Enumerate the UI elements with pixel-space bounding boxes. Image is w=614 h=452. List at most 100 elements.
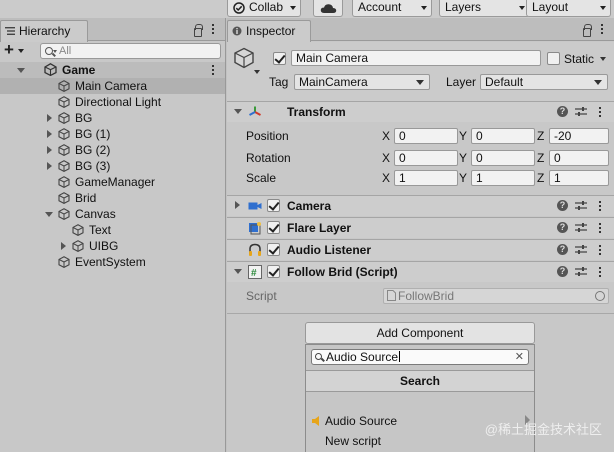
presets-icon[interactable] bbox=[575, 222, 587, 233]
clear-search-icon[interactable]: ✕ bbox=[515, 350, 524, 364]
object-name-input[interactable]: Main Camera bbox=[291, 50, 541, 66]
tree-item[interactable]: EventSystem bbox=[0, 254, 225, 270]
more-options-icon[interactable] bbox=[599, 201, 601, 213]
component-header[interactable]: Flare Layer? bbox=[227, 217, 614, 238]
presets-icon[interactable] bbox=[575, 106, 587, 117]
cloud-button[interactable] bbox=[313, 0, 343, 17]
scale-x-input[interactable]: 1 bbox=[394, 170, 458, 186]
collapse-arrow-icon[interactable] bbox=[47, 114, 52, 122]
presets-icon[interactable] bbox=[575, 266, 587, 277]
presets-icon[interactable] bbox=[575, 200, 587, 211]
x-axis-label[interactable]: X bbox=[382, 150, 390, 166]
position-y-input[interactable]: 0 bbox=[471, 128, 535, 144]
more-options-icon[interactable] bbox=[599, 245, 601, 257]
tree-item[interactable]: Main Camera bbox=[0, 78, 225, 94]
y-axis-label[interactable]: Y bbox=[459, 128, 467, 144]
fold-arrow-icon[interactable] bbox=[235, 201, 240, 209]
component-header[interactable]: Camera? bbox=[227, 195, 614, 216]
fold-arrow-icon[interactable] bbox=[234, 109, 242, 114]
tree-item-label: BG (1) bbox=[75, 127, 111, 141]
tree-item[interactable]: Brid bbox=[0, 190, 225, 206]
presets-icon[interactable] bbox=[575, 244, 587, 255]
chevron-down-icon bbox=[18, 49, 24, 53]
component-enabled-checkbox[interactable] bbox=[267, 243, 280, 256]
position-x-input[interactable]: 0 bbox=[394, 128, 458, 144]
inspector-panel: Inspector Main Camera Static Tag MainCam… bbox=[227, 18, 614, 452]
z-axis-label[interactable]: Z bbox=[537, 128, 544, 144]
tree-item[interactable]: Directional Light bbox=[0, 94, 225, 110]
main-toolbar: Collab Account Layers Layout bbox=[0, 0, 614, 18]
more-options-icon[interactable] bbox=[599, 223, 601, 235]
tab-inspector[interactable]: Inspector bbox=[227, 20, 311, 42]
more-options-icon[interactable] bbox=[212, 65, 215, 77]
fold-arrow-icon[interactable] bbox=[234, 269, 242, 274]
lock-icon[interactable] bbox=[583, 24, 592, 37]
tree-item[interactable]: BG bbox=[0, 110, 225, 126]
more-options-icon[interactable] bbox=[599, 267, 601, 279]
collapse-arrow-icon[interactable] bbox=[47, 162, 52, 170]
tree-item[interactable]: UIBG bbox=[0, 238, 225, 254]
help-icon[interactable]: ? bbox=[557, 244, 568, 255]
help-icon[interactable]: ? bbox=[557, 106, 568, 117]
collapse-arrow-icon[interactable] bbox=[61, 242, 66, 250]
search-icon bbox=[45, 47, 53, 55]
y-axis-label[interactable]: Y bbox=[459, 150, 467, 166]
x-axis-label[interactable]: X bbox=[382, 170, 390, 186]
chevron-down-icon[interactable] bbox=[254, 70, 260, 74]
chevron-down-icon bbox=[53, 50, 57, 53]
help-icon[interactable]: ? bbox=[557, 200, 568, 211]
help-icon[interactable]: ? bbox=[557, 222, 568, 233]
chevron-down-icon[interactable] bbox=[600, 57, 606, 61]
component-enabled-checkbox[interactable] bbox=[267, 265, 280, 278]
hierarchy-search-input[interactable]: All bbox=[40, 43, 221, 59]
tab-hierarchy[interactable]: Hierarchy bbox=[0, 20, 88, 42]
component-header[interactable]: # Follow Brid (Script)? bbox=[227, 261, 614, 282]
tree-item-label: Brid bbox=[75, 191, 97, 205]
more-options-icon[interactable] bbox=[212, 24, 215, 36]
component-search-value: Audio Source bbox=[326, 350, 399, 364]
rotation-y-input[interactable]: 0 bbox=[471, 150, 535, 166]
collapse-arrow-icon[interactable] bbox=[47, 130, 52, 138]
expand-arrow-icon[interactable] bbox=[45, 212, 53, 217]
help-icon[interactable]: ? bbox=[557, 266, 568, 277]
layers-dropdown[interactable]: Layers bbox=[439, 0, 530, 17]
tree-item[interactable]: Canvas bbox=[0, 206, 225, 222]
collapse-arrow-icon[interactable] bbox=[47, 146, 52, 154]
rotation-x-input[interactable]: 0 bbox=[394, 150, 458, 166]
tag-dropdown[interactable]: MainCamera bbox=[294, 74, 430, 90]
rotation-z-input[interactable]: 0 bbox=[549, 150, 609, 166]
component-search-input[interactable]: Audio Source ✕ bbox=[311, 349, 529, 365]
tree-item-label: Canvas bbox=[75, 207, 116, 221]
expand-arrow-icon[interactable] bbox=[17, 68, 25, 73]
lock-icon[interactable] bbox=[194, 24, 203, 37]
more-options-icon[interactable] bbox=[599, 107, 601, 119]
tree-item[interactable]: BG (1) bbox=[0, 126, 225, 142]
z-axis-label[interactable]: Z bbox=[537, 170, 544, 186]
position-z-input[interactable]: -20 bbox=[549, 128, 609, 144]
object-picker-icon[interactable] bbox=[595, 291, 605, 301]
account-dropdown[interactable]: Account bbox=[352, 0, 432, 17]
component-enabled-checkbox[interactable] bbox=[267, 221, 280, 234]
component-header[interactable]: Audio Listener? bbox=[227, 239, 614, 260]
scale-y-input[interactable]: 1 bbox=[471, 170, 535, 186]
layer-dropdown[interactable]: Default bbox=[480, 74, 608, 90]
add-component-button[interactable]: Add Component bbox=[305, 322, 535, 344]
component-enabled-checkbox[interactable] bbox=[267, 199, 280, 212]
layout-dropdown[interactable]: Layout bbox=[526, 0, 611, 17]
scale-z-input[interactable]: 1 bbox=[549, 170, 609, 186]
tree-item[interactable]: GameManager bbox=[0, 174, 225, 190]
create-button[interactable]: + bbox=[4, 41, 14, 58]
y-axis-label[interactable]: Y bbox=[459, 170, 467, 186]
z-axis-label[interactable]: Z bbox=[537, 150, 544, 166]
active-checkbox[interactable] bbox=[273, 52, 286, 65]
transform-header[interactable]: Transform ? bbox=[227, 101, 614, 122]
more-options-icon[interactable] bbox=[601, 24, 604, 36]
tree-item[interactable]: BG (3) bbox=[0, 158, 225, 174]
tree-item[interactable]: BG (2) bbox=[0, 142, 225, 158]
static-checkbox[interactable] bbox=[547, 52, 560, 65]
gameobject-cube-icon bbox=[58, 208, 70, 221]
scene-row[interactable]: Game bbox=[0, 62, 225, 78]
collab-button[interactable]: Collab bbox=[227, 0, 301, 17]
x-axis-label[interactable]: X bbox=[382, 128, 390, 144]
tree-item[interactable]: Text bbox=[0, 222, 225, 238]
